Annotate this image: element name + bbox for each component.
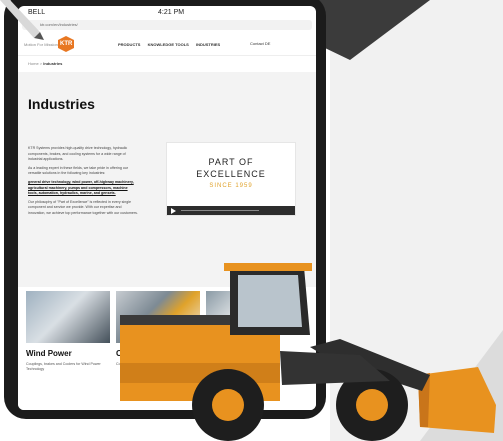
- intro-paragraph: As a leading expert in these fields, we …: [28, 165, 129, 176]
- breadcrumb-current: Industries: [43, 61, 63, 66]
- video-line-1: PART OF: [208, 157, 254, 167]
- video-controls: [167, 206, 295, 215]
- intro-text: KTR Systems provides high-quality drive …: [28, 146, 138, 220]
- video-line-2: EXCELLENCE: [196, 169, 266, 179]
- menu-item-industries[interactable]: INDUSTRIES: [196, 42, 220, 47]
- logo-text: KTR: [60, 41, 73, 47]
- video-line-3: SINCE 1959: [209, 183, 253, 189]
- menu-item-products[interactable]: PRODUCTS: [118, 42, 140, 47]
- breadcrumb: Home > Industries: [28, 61, 62, 66]
- address-bar[interactable]: ktr.com/en/industries/: [22, 20, 312, 30]
- breadcrumb-separator: >: [39, 61, 43, 66]
- card-title[interactable]: Wind Power: [26, 349, 72, 358]
- ktr-logo[interactable]: KTR: [58, 36, 74, 52]
- status-bar: BELL 4:21 PM: [18, 6, 316, 20]
- industry-links[interactable]: general drive technology, wind power, of…: [28, 180, 134, 195]
- clock-label: 4:21 PM: [158, 9, 185, 16]
- wheel-loader-icon: [120, 263, 496, 441]
- intro-paragraph: Our philosophy of "Part of Excellence" i…: [28, 199, 138, 215]
- breadcrumb-home[interactable]: Home: [28, 61, 39, 66]
- header-utilities[interactable]: Contact DE: [250, 41, 270, 46]
- menu-item-knowledge-tools[interactable]: KNOWLEDGE TOOLS: [148, 42, 189, 47]
- video-progress[interactable]: [181, 210, 259, 211]
- main-menu: PRODUCTS KNOWLEDGE TOOLS INDUSTRIES: [118, 42, 226, 47]
- card-subtitle: Couplings, brakes and Coolers for Wind P…: [26, 362, 101, 371]
- video-player[interactable]: PART OF EXCELLENCE SINCE 1959: [166, 142, 296, 216]
- stylus-icon: [0, 0, 44, 40]
- tagline: Motion For Mission: [24, 42, 58, 47]
- page-title: Industries: [28, 96, 95, 112]
- site-header: Motion For Mission KTR PRODUCTS KNOWLEDG…: [18, 33, 316, 56]
- play-icon[interactable]: [171, 208, 176, 214]
- intro-paragraph: KTR Systems provides high-quality drive …: [28, 146, 128, 162]
- wind-power-image[interactable]: [26, 291, 110, 343]
